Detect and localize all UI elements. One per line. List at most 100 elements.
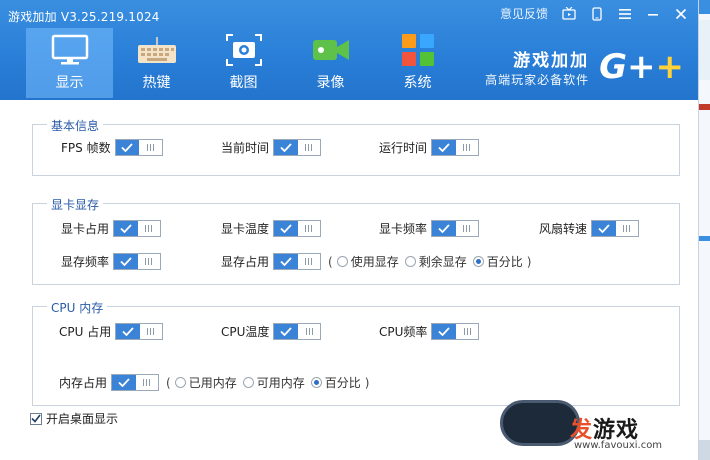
paren-close: ) bbox=[364, 375, 370, 390]
brand-name: 游戏加加 bbox=[513, 51, 590, 71]
bg-edge-block bbox=[699, 440, 710, 460]
tab-record[interactable]: 录像 bbox=[287, 28, 374, 98]
minimize-icon[interactable] bbox=[646, 7, 660, 21]
group-title: 显卡显存 bbox=[47, 196, 104, 213]
radio-label: 已用内存 bbox=[188, 376, 237, 390]
option-label: 显卡温度 bbox=[221, 222, 270, 236]
group-title: CPU 内存 bbox=[47, 299, 108, 316]
option-label: 显卡频率 bbox=[379, 222, 428, 236]
close-icon[interactable] bbox=[674, 7, 688, 21]
radio-memory-percent[interactable]: 百分比 bbox=[310, 374, 361, 391]
desktop-display-option[interactable]: 开启桌面显示 bbox=[30, 410, 118, 427]
radio-dot-selected bbox=[472, 256, 484, 267]
run-time-toggle[interactable] bbox=[431, 139, 480, 156]
option-label: 显存频率 bbox=[61, 255, 110, 269]
app-title: 游戏加加 V3.25.219.1024 bbox=[8, 10, 160, 24]
option-run-time: 运行时间 bbox=[379, 139, 480, 156]
option-label: 内存占用 bbox=[59, 376, 108, 390]
option-label: CPU温度 bbox=[221, 325, 270, 339]
paren-open: ( bbox=[328, 254, 333, 269]
vram-freq-toggle[interactable] bbox=[113, 253, 162, 270]
current-time-toggle[interactable] bbox=[273, 139, 322, 156]
brand-text: 游戏加加 高端玩家必备软件 bbox=[485, 46, 589, 88]
logo-mark: G+ bbox=[599, 47, 656, 87]
option-cpu-temp: CPU温度 bbox=[221, 323, 322, 340]
fps-toggle[interactable] bbox=[114, 139, 163, 156]
option-vram-freq: 显存频率 bbox=[61, 253, 162, 270]
option-cpu-usage: CPU 占用 bbox=[59, 323, 164, 340]
tab-system[interactable]: 系统 bbox=[374, 28, 461, 98]
cpu-temp-toggle[interactable] bbox=[273, 323, 322, 340]
option-gpu-freq: 显卡频率 bbox=[379, 220, 480, 237]
option-current-time: 当前时间 bbox=[221, 139, 322, 156]
background-window-edge bbox=[698, 0, 710, 460]
bg-edge-block bbox=[699, 104, 710, 110]
tab-label: 热键 bbox=[142, 75, 171, 91]
radio-dot bbox=[336, 256, 348, 267]
tab-label: 显示 bbox=[55, 75, 84, 91]
watermark-badge bbox=[500, 400, 580, 446]
tab-label: 录像 bbox=[316, 75, 345, 91]
radio-label: 剩余显存 bbox=[418, 255, 467, 269]
brand-slogan: 高端玩家必备软件 bbox=[485, 73, 590, 87]
app-window: 游戏加加 V3.25.219.1024 意见反馈 显示 热键 截图 录像 系统 … bbox=[0, 0, 698, 460]
radio-dot bbox=[174, 377, 186, 388]
bg-edge-block bbox=[699, 0, 710, 14]
option-label: 运行时间 bbox=[379, 141, 428, 155]
desktop-display-label: 开启桌面显示 bbox=[46, 412, 119, 426]
option-label: 风扇转速 bbox=[539, 222, 588, 236]
radio-label: 百分比 bbox=[324, 376, 361, 390]
camera-icon bbox=[222, 32, 266, 68]
option-gpu-usage: 显卡占用 bbox=[61, 220, 162, 237]
main-nav: 显示 热键 截图 录像 系统 bbox=[26, 28, 461, 98]
option-label: CPU 占用 bbox=[59, 325, 112, 339]
group-cpu-memory: CPU 内存 CPU 占用 CPU温度 CPU频率 内存占用 ( 已用内存 可用… bbox=[32, 299, 680, 406]
tab-screenshot[interactable]: 截图 bbox=[200, 28, 287, 98]
radio-label: 可用内存 bbox=[256, 376, 305, 390]
tab-label: 系统 bbox=[403, 75, 432, 91]
bg-edge-block bbox=[699, 236, 710, 241]
radio-free-memory[interactable]: 可用内存 bbox=[242, 374, 305, 391]
menu-icon[interactable] bbox=[618, 7, 632, 21]
watermark-url: www.favouxi.com bbox=[574, 440, 663, 451]
phone-icon[interactable] bbox=[590, 6, 604, 21]
monitor-icon bbox=[48, 32, 92, 68]
tab-display[interactable]: 显示 bbox=[26, 28, 113, 98]
gpu-freq-toggle[interactable] bbox=[431, 220, 480, 237]
memory-usage-toggle[interactable] bbox=[111, 374, 160, 391]
group-title: 基本信息 bbox=[47, 117, 104, 134]
tab-label: 截图 bbox=[229, 75, 258, 91]
paren-open: ( bbox=[166, 375, 171, 390]
logo-plus: + bbox=[655, 47, 685, 87]
group-basic-info: 基本信息 FPS 帧数 当前时间 运行时间 bbox=[32, 117, 680, 176]
desktop-display-checkbox[interactable] bbox=[30, 412, 42, 425]
cpu-freq-toggle[interactable] bbox=[431, 323, 480, 340]
keyboard-icon bbox=[135, 32, 179, 68]
fan-speed-toggle[interactable] bbox=[591, 220, 640, 237]
gpu-temp-toggle[interactable] bbox=[273, 220, 322, 237]
radio-vram-percent[interactable]: 百分比 bbox=[472, 253, 523, 270]
tv-icon[interactable] bbox=[562, 7, 576, 21]
tab-hotkey[interactable]: 热键 bbox=[113, 28, 200, 98]
option-memory-usage: 内存占用 ( 已用内存 可用内存 百分比 ) bbox=[59, 374, 370, 391]
video-camera-icon bbox=[309, 32, 353, 68]
radio-used-memory[interactable]: 已用内存 bbox=[174, 374, 237, 391]
radio-free-vram[interactable]: 剩余显存 bbox=[404, 253, 467, 270]
option-label: FPS 帧数 bbox=[61, 141, 111, 155]
feedback-link[interactable]: 意见反馈 bbox=[500, 5, 548, 22]
vram-usage-toggle[interactable] bbox=[273, 253, 322, 270]
vram-mode-radio-group: ( 使用显存 剩余显存 百分比 ) bbox=[327, 253, 532, 270]
radio-dot bbox=[404, 256, 416, 267]
cpu-usage-toggle[interactable] bbox=[115, 323, 164, 340]
bg-edge-block bbox=[699, 20, 710, 80]
gpu-usage-toggle[interactable] bbox=[113, 220, 162, 237]
memory-mode-radio-group: ( 已用内存 可用内存 百分比 ) bbox=[165, 374, 370, 391]
radio-label: 百分比 bbox=[486, 255, 523, 269]
option-cpu-freq: CPU频率 bbox=[379, 323, 480, 340]
option-label: 显卡占用 bbox=[61, 222, 110, 236]
option-gpu-temp: 显卡温度 bbox=[221, 220, 322, 237]
grid-icon bbox=[396, 32, 440, 68]
radio-label: 使用显存 bbox=[350, 255, 399, 269]
radio-used-vram[interactable]: 使用显存 bbox=[336, 253, 399, 270]
option-label: CPU频率 bbox=[379, 325, 428, 339]
